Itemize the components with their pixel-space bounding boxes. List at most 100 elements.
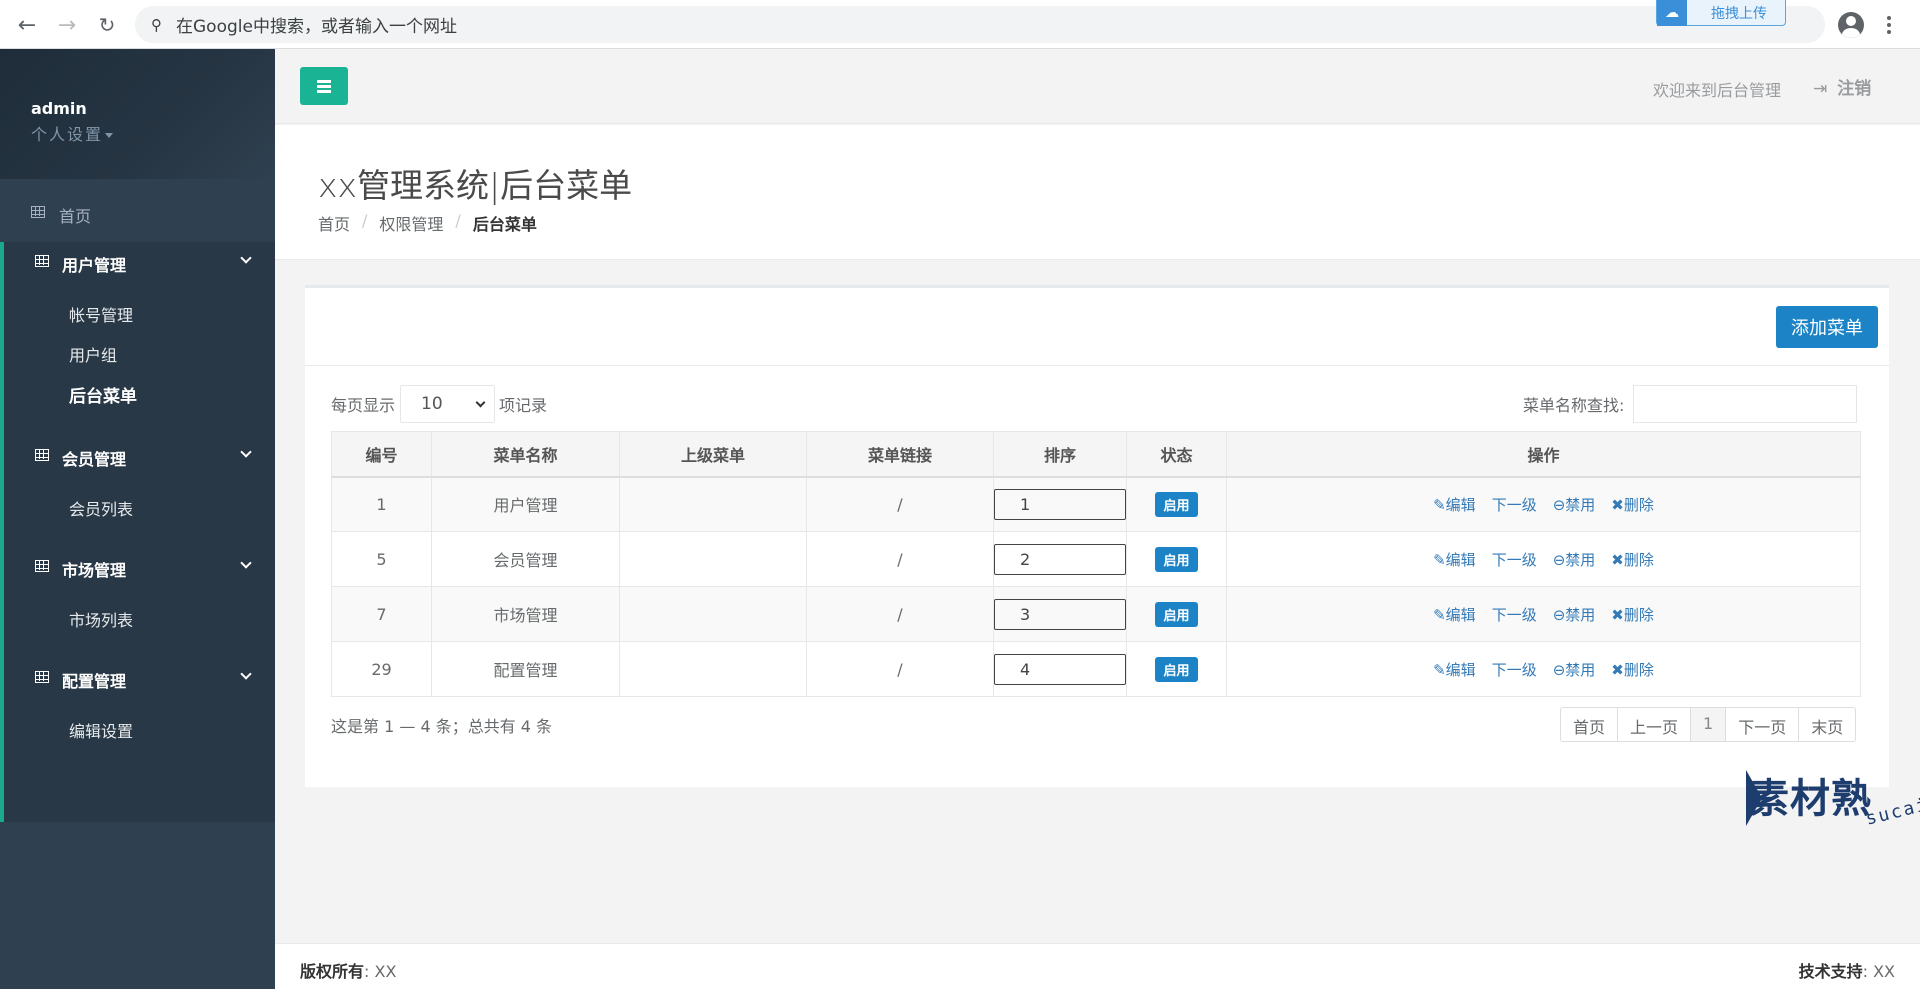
disable-link[interactable]: ⊖禁用 <box>1553 659 1596 680</box>
copyright-value: : XX <box>364 962 397 981</box>
menu-toggle-button[interactable] <box>300 67 348 105</box>
back-icon[interactable]: ← <box>12 10 42 40</box>
column-header[interactable]: 菜单名称 <box>431 431 620 478</box>
logout-label: 注销 <box>1837 79 1872 99</box>
sort-input[interactable]: 3 <box>994 598 1126 630</box>
sort-input[interactable]: 1 <box>994 488 1126 520</box>
sort-input[interactable]: 2 <box>994 543 1126 575</box>
sort-input[interactable]: 4 <box>994 653 1126 685</box>
cell-id: 29 <box>331 641 432 697</box>
column-header[interactable]: 编号 <box>331 431 432 478</box>
pager-page[interactable]: 1 <box>1690 708 1726 741</box>
cell-link: / <box>806 531 994 587</box>
table-row: 7 市场管理 / 3 启用 ✎编辑 下一级 ⊖禁用 ✖删除 <box>331 586 1861 642</box>
panel-header: 添加菜单 <box>305 288 1889 366</box>
disable-label: 禁用 <box>1565 495 1596 514</box>
breadcrumb-home[interactable]: 首页 <box>318 211 350 235</box>
status-badge[interactable]: 启用 <box>1155 601 1198 627</box>
chevron-down-icon <box>240 668 252 680</box>
pager-first[interactable]: 首页 <box>1561 708 1617 741</box>
edit-link[interactable]: ✎编辑 <box>1433 549 1476 570</box>
cell-actions: ✎编辑 下一级 ⊖禁用 ✖删除 <box>1226 531 1861 587</box>
account-icon[interactable] <box>1838 12 1864 38</box>
page-length-suffix: 项记录 <box>499 396 548 415</box>
sidebar-group-members[interactable]: 会员管理 <box>4 436 275 476</box>
search-input[interactable] <box>1633 385 1857 423</box>
column-header[interactable]: 状态 <box>1126 431 1227 478</box>
sidebar-item-member-list[interactable]: 会员列表 <box>69 496 133 520</box>
delete-link[interactable]: ✖删除 <box>1611 549 1654 570</box>
column-header[interactable]: 菜单链接 <box>806 431 994 478</box>
breadcrumb: 首页 / 权限管理 / 后台菜单 <box>318 211 537 235</box>
logout-link[interactable]: ⇥ 注销 <box>1813 74 1871 99</box>
menu-table: 编号 菜单名称 上级菜单 菜单链接 排序 状态 操作 1 用户管理 / 1 启用… <box>331 431 1861 697</box>
edit-link[interactable]: ✎编辑 <box>1433 604 1476 625</box>
more-menu-icon[interactable] <box>1884 12 1894 38</box>
page-length-value: 10 <box>421 394 443 414</box>
delete-link[interactable]: ✖删除 <box>1611 659 1654 680</box>
table-icon <box>31 206 45 218</box>
cell-link: / <box>806 641 994 697</box>
reload-icon[interactable]: ↻ <box>92 10 122 40</box>
username: admin <box>31 99 87 118</box>
watermark-text: 素材熟 <box>1749 776 1872 822</box>
table-row: 1 用户管理 / 1 启用 ✎编辑 下一级 ⊖禁用 ✖删除 <box>331 476 1861 532</box>
cell-id: 1 <box>331 476 432 532</box>
status-badge[interactable]: 启用 <box>1155 546 1198 572</box>
delete-link[interactable]: ✖删除 <box>1611 604 1654 625</box>
sidebar-group-config[interactable]: 配置管理 <box>4 658 275 698</box>
sidebar-group-users[interactable]: 用户管理 <box>4 242 275 282</box>
upload-label: 拖拽上传 <box>1711 5 1767 22</box>
child-link[interactable]: 下一级 <box>1492 659 1537 680</box>
page-length-select[interactable]: 10 <box>400 385 495 423</box>
cell-sort: 1 <box>993 476 1127 532</box>
sidebar-item-user-groups[interactable]: 用户组 <box>69 342 117 366</box>
sidebar-group-label: 用户管理 <box>62 256 127 275</box>
personal-settings-dropdown[interactable]: 个人设置 <box>31 121 114 145</box>
column-header[interactable]: 操作 <box>1226 431 1861 478</box>
child-link[interactable]: 下一级 <box>1492 494 1537 515</box>
sidebar-group-label: 配置管理 <box>62 672 127 691</box>
disable-link[interactable]: ⊖禁用 <box>1553 604 1596 625</box>
sidebar-item-accounts[interactable]: 帐号管理 <box>69 302 133 326</box>
delete-label: 删除 <box>1623 495 1654 514</box>
edit-link[interactable]: ✎编辑 <box>1433 494 1476 515</box>
sidebar-item-market-list[interactable]: 市场列表 <box>69 607 133 631</box>
delete-link[interactable]: ✖删除 <box>1611 494 1654 515</box>
child-link[interactable]: 下一级 <box>1492 549 1537 570</box>
sidebar-item-edit-settings[interactable]: 编辑设置 <box>69 718 133 742</box>
disable-label: 禁用 <box>1565 605 1596 624</box>
disable-link[interactable]: ⊖禁用 <box>1553 494 1596 515</box>
column-header[interactable]: 上级菜单 <box>619 431 807 478</box>
breadcrumb-permissions[interactable]: 权限管理 <box>379 211 443 235</box>
disable-link[interactable]: ⊖禁用 <box>1553 549 1596 570</box>
sidebar-item-home[interactable]: 首页 <box>0 193 275 233</box>
cell-status: 启用 <box>1126 476 1227 532</box>
sidebar-item-label: 首页 <box>59 207 92 226</box>
upload-button[interactable]: ☁ 拖拽上传 <box>1656 0 1786 26</box>
pager-prev[interactable]: 上一页 <box>1617 708 1690 741</box>
chevron-down-icon <box>240 557 252 569</box>
copyright: 版权所有: XX <box>300 958 396 982</box>
cell-actions: ✎编辑 下一级 ⊖禁用 ✖删除 <box>1226 641 1861 697</box>
edit-label: 编辑 <box>1445 605 1476 624</box>
column-header[interactable]: 排序 <box>993 431 1127 478</box>
address-bar[interactable]: ⚲ 在Google中搜索，或者输入一个网址 <box>135 6 1825 43</box>
forward-icon[interactable]: → <box>52 10 82 40</box>
sidebar-group-markets[interactable]: 市场管理 <box>4 547 275 587</box>
tech-support-value: : XX <box>1862 962 1895 981</box>
breadcrumb-current: 后台菜单 <box>472 215 537 234</box>
table-info: 这是第 1 — 4 条；总共有 4 条 <box>331 717 553 736</box>
pager-last[interactable]: 末页 <box>1798 708 1855 741</box>
status-badge[interactable]: 启用 <box>1155 491 1198 517</box>
add-menu-button[interactable]: 添加菜单 <box>1776 306 1878 348</box>
edit-icon: ✎ <box>1433 550 1446 569</box>
sidebar-item-backend-menu[interactable]: 后台菜单 <box>69 382 137 407</box>
status-badge[interactable]: 启用 <box>1155 656 1198 682</box>
table-icon <box>35 671 49 683</box>
close-icon: ✖ <box>1611 495 1624 514</box>
cell-sort: 2 <box>993 531 1127 587</box>
child-link[interactable]: 下一级 <box>1492 604 1537 625</box>
pager-next[interactable]: 下一页 <box>1725 708 1798 741</box>
edit-link[interactable]: ✎编辑 <box>1433 659 1476 680</box>
